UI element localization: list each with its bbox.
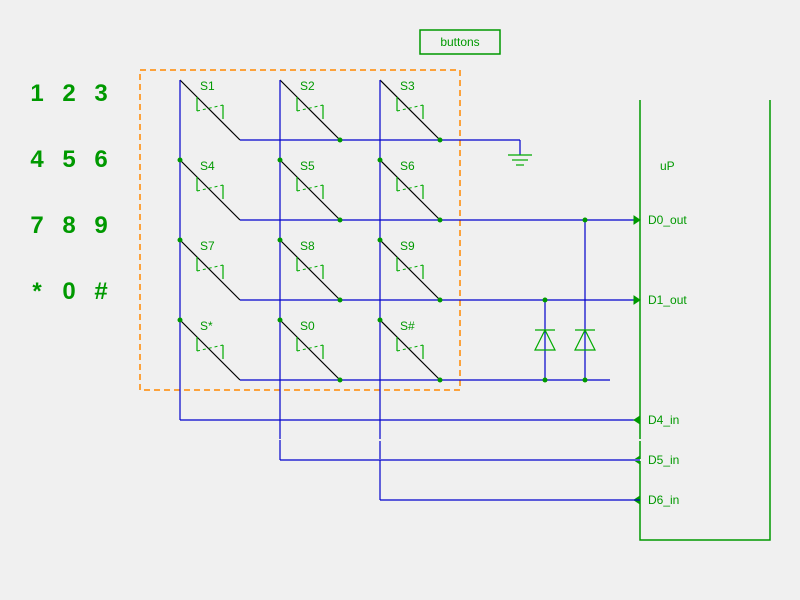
schematic-overlay: [0, 0, 800, 600]
